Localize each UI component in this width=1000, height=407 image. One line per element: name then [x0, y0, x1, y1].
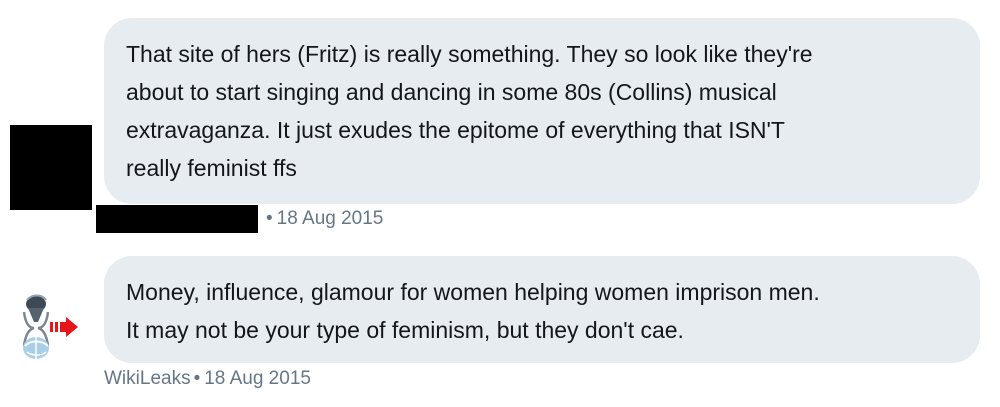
message-date[interactable]: 18 Aug 2015 [277, 207, 384, 231]
redacted-avatar [10, 125, 92, 210]
author-name[interactable]: WikiLeaks [104, 368, 191, 389]
message-thread: That site of hers (Fritz) is really some… [0, 0, 1000, 407]
wikileaks-hourglass-icon [22, 294, 78, 359]
message-bubble: Money, influence, glamour for women help… [104, 256, 980, 363]
message-meta: • 18 Aug 2015 [96, 205, 383, 233]
redacted-author-name [96, 205, 258, 233]
meta-separator: • [266, 208, 273, 229]
message-meta: WikiLeaks • 18 Aug 2015 [104, 367, 311, 391]
meta-separator: • [193, 368, 201, 389]
message-date[interactable]: 18 Aug 2015 [204, 368, 311, 389]
message-bubble: That site of hers (Fritz) is really some… [104, 18, 980, 204]
wikileaks-avatar[interactable] [14, 292, 86, 364]
